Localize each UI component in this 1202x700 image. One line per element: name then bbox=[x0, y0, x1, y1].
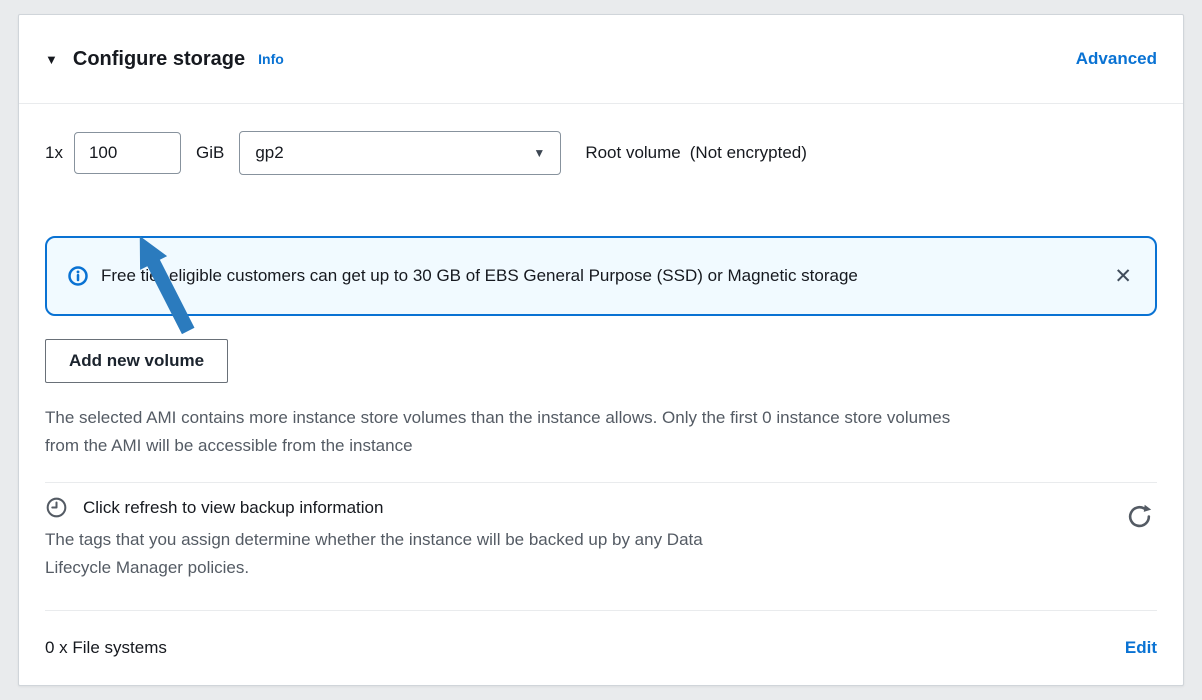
free-tier-info-alert: Free tier eligible customers can get up … bbox=[45, 236, 1157, 316]
ami-instance-store-warning: The selected AMI contains more instance … bbox=[45, 404, 1157, 460]
volume-unit-label: GiB bbox=[196, 143, 224, 163]
volume-type-value: gp2 bbox=[255, 143, 283, 163]
encryption-status-label: (Not encrypted) bbox=[690, 143, 807, 163]
file-systems-row: 0 x File systems Edit bbox=[45, 610, 1157, 685]
backup-desc-line2: Lifecycle Manager policies. bbox=[45, 554, 1157, 582]
info-link[interactable]: Info bbox=[258, 51, 284, 67]
chevron-down-icon: ▼ bbox=[533, 146, 545, 160]
configure-storage-panel: ▼ Configure storage Info Advanced 1x GiB… bbox=[18, 14, 1184, 686]
close-icon[interactable]: ✕ bbox=[1112, 266, 1134, 287]
backup-description: The tags that you assign determine wheth… bbox=[45, 526, 1157, 582]
collapse-caret-icon[interactable]: ▼ bbox=[45, 52, 58, 67]
backup-title-row: Click refresh to view backup information bbox=[45, 496, 1157, 519]
panel-body: 1x GiB gp2 ▼ Root volume (Not encrypted)… bbox=[19, 104, 1183, 685]
panel-title: Configure storage bbox=[73, 48, 245, 71]
add-new-volume-button[interactable]: Add new volume bbox=[45, 339, 228, 383]
file-systems-label: 0 x File systems bbox=[45, 638, 167, 658]
backup-info-section: Click refresh to view backup information… bbox=[45, 483, 1157, 586]
info-circle-icon bbox=[68, 266, 88, 286]
ami-warning-line2: from the AMI will be accessible from the… bbox=[45, 432, 1157, 460]
refresh-button[interactable] bbox=[1124, 501, 1155, 535]
refresh-icon bbox=[1126, 503, 1153, 530]
clock-icon bbox=[45, 496, 68, 519]
root-volume-row: 1x GiB gp2 ▼ Root volume (Not encrypted) bbox=[45, 131, 1157, 175]
volume-type-select[interactable]: gp2 ▼ bbox=[239, 131, 561, 175]
advanced-link[interactable]: Advanced bbox=[1076, 49, 1157, 69]
backup-title: Click refresh to view backup information bbox=[83, 498, 383, 518]
ami-warning-line1: The selected AMI contains more instance … bbox=[45, 404, 1157, 432]
alert-message: Free tier eligible customers can get up … bbox=[101, 266, 1112, 286]
volume-size-input[interactable] bbox=[74, 132, 181, 174]
edit-link[interactable]: Edit bbox=[1125, 638, 1157, 658]
root-volume-label: Root volume bbox=[585, 143, 680, 163]
backup-desc-line1: The tags that you assign determine wheth… bbox=[45, 526, 1157, 554]
volume-count-label: 1x bbox=[45, 143, 63, 163]
panel-header: ▼ Configure storage Info Advanced bbox=[19, 15, 1183, 103]
